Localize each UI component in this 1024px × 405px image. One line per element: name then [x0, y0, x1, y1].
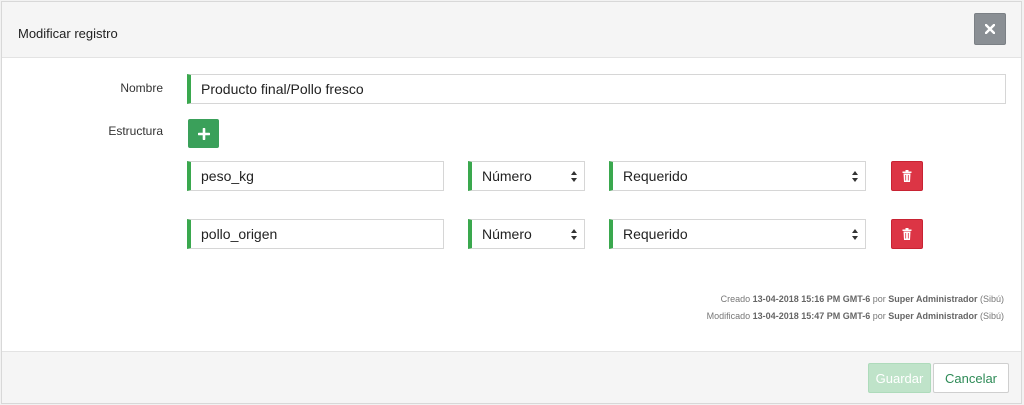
field-requirement-value: Requerido — [623, 226, 688, 242]
nombre-label: Nombre — [120, 81, 163, 95]
trash-icon — [902, 228, 912, 240]
modified-org: (Sibú) — [979, 311, 1004, 321]
field-requirement-select[interactable]: Requerido — [609, 219, 866, 249]
nombre-input-value: Producto final/Pollo fresco — [201, 81, 364, 97]
select-arrows-icon — [852, 229, 858, 240]
delete-field-button[interactable] — [891, 161, 923, 191]
created-user: Super Administrador — [888, 294, 978, 304]
field-name-value: pollo_origen — [201, 226, 278, 242]
field-name-value: peso_kg — [201, 168, 254, 184]
created-info: Creado 13-04-2018 15:16 PM GMT-6 por Sup… — [721, 294, 1004, 304]
save-button[interactable]: Guardar — [868, 363, 931, 393]
modified-date: 13-04-2018 15:47 PM GMT-6 — [752, 311, 871, 321]
modified-user: Super Administrador — [888, 311, 978, 321]
close-icon — [985, 24, 995, 34]
modal-footer: Guardar Cancelar — [2, 351, 1021, 403]
created-by-word: por — [872, 294, 886, 304]
modified-info: Modificado 13-04-2018 15:47 PM GMT-6 por… — [707, 311, 1004, 321]
select-arrows-icon — [571, 171, 577, 182]
field-requirement-value: Requerido — [623, 168, 688, 184]
field-requirement-select[interactable]: Requerido — [609, 161, 866, 191]
delete-field-button[interactable] — [891, 219, 923, 249]
trash-icon — [902, 170, 912, 182]
modal-title: Modificar registro — [18, 26, 118, 41]
created-prefix: Creado — [720, 294, 751, 304]
nombre-input[interactable]: Producto final/Pollo fresco — [187, 74, 1006, 104]
modified-prefix: Modificado — [706, 311, 751, 321]
add-field-button[interactable] — [188, 119, 219, 148]
plus-icon — [197, 127, 210, 140]
modal-dialog: Modificar registro Nombre Producto final… — [1, 1, 1022, 404]
field-type-value: Número — [482, 168, 532, 184]
modal-header: Modificar registro — [2, 2, 1021, 58]
close-button[interactable] — [974, 13, 1006, 45]
created-org: (Sibú) — [979, 294, 1004, 304]
field-type-select[interactable]: Número — [468, 219, 585, 249]
field-type-value: Número — [482, 226, 532, 242]
cancel-button[interactable]: Cancelar — [933, 363, 1009, 393]
field-name-input[interactable]: pollo_origen — [187, 219, 444, 249]
estructura-label: Estructura — [108, 124, 163, 138]
field-type-select[interactable]: Número — [468, 161, 585, 191]
created-date: 13-04-2018 15:16 PM GMT-6 — [752, 294, 871, 304]
select-arrows-icon — [571, 229, 577, 240]
select-arrows-icon — [852, 171, 858, 182]
field-name-input[interactable]: peso_kg — [187, 161, 444, 191]
modified-by-word: por — [872, 311, 886, 321]
